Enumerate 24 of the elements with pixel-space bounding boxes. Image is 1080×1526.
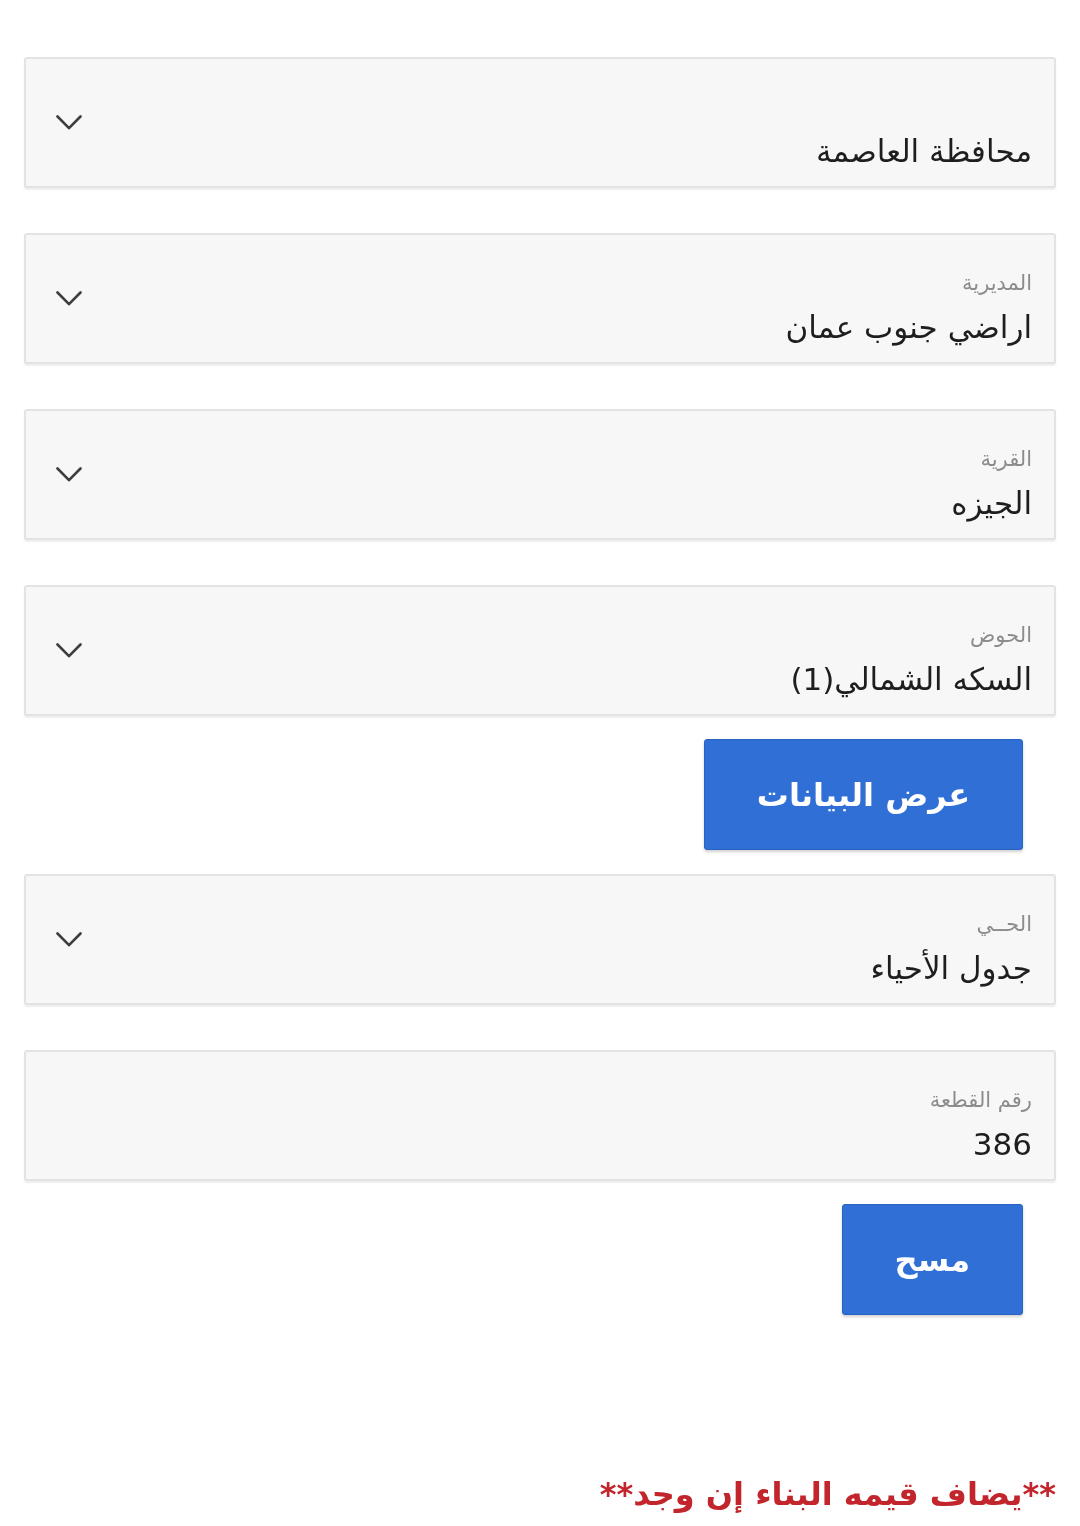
dropdown-field[interactable]: القرية الجيزه — [24, 409, 1056, 540]
chevron-down-icon — [56, 643, 82, 658]
field-label: الحوض — [969, 622, 1032, 649]
chevron-down-icon — [56, 467, 82, 482]
dropdown-field[interactable]: المديرية اراضي جنوب عمان — [24, 233, 1056, 364]
action-button[interactable]: عرض البيانات — [703, 739, 1023, 850]
field-label: الحــي — [976, 911, 1032, 938]
chevron-down-icon — [56, 932, 82, 947]
chevron-down-icon — [56, 115, 82, 130]
field-value: السكه الشمالي(1) — [790, 660, 1032, 700]
action-button[interactable]: مسح — [841, 1204, 1023, 1315]
dropdown-field[interactable]: محافظة العاصمة — [24, 57, 1056, 188]
field-value: 386 — [972, 1125, 1032, 1164]
chevron-down-icon — [56, 291, 82, 306]
dropdown-field[interactable]: الحوض السكه الشمالي(1) — [24, 585, 1056, 716]
dropdown-field[interactable]: الحــي جدول الأحياء — [24, 874, 1056, 1005]
field-value: اراضي جنوب عمان — [785, 308, 1032, 348]
field-label: رقم القطعة — [929, 1087, 1032, 1114]
field-value: الجيزه — [951, 484, 1032, 524]
field-value: محافظة العاصمة — [815, 132, 1032, 171]
field-label: القرية — [980, 446, 1032, 473]
field-value: جدول الأحياء — [870, 948, 1032, 989]
note-text: **يضاف قيمه البناء إن وجد** — [599, 1474, 1056, 1515]
field-label: المديرية — [962, 270, 1032, 297]
